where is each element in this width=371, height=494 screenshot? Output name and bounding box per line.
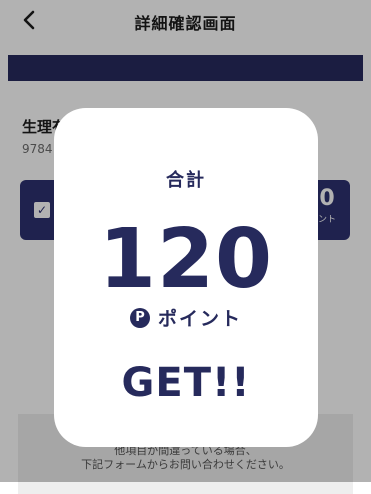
detail-confirmation-screen: 詳細確認画面 生理有 9784 ✓ 0 ント 他項目が間違っている場合、 下記フ… (0, 0, 371, 494)
get-text: GET!! (121, 360, 251, 406)
total-label: 合計 (166, 170, 206, 191)
points-modal: 合計 120 P ポイント GET!! (54, 108, 318, 447)
points-unit-label: ポイント (157, 308, 242, 330)
point-icon: P (129, 307, 150, 328)
points-unit-row: P ポイント (54, 304, 318, 331)
points-total-value: 120 (98, 212, 274, 307)
